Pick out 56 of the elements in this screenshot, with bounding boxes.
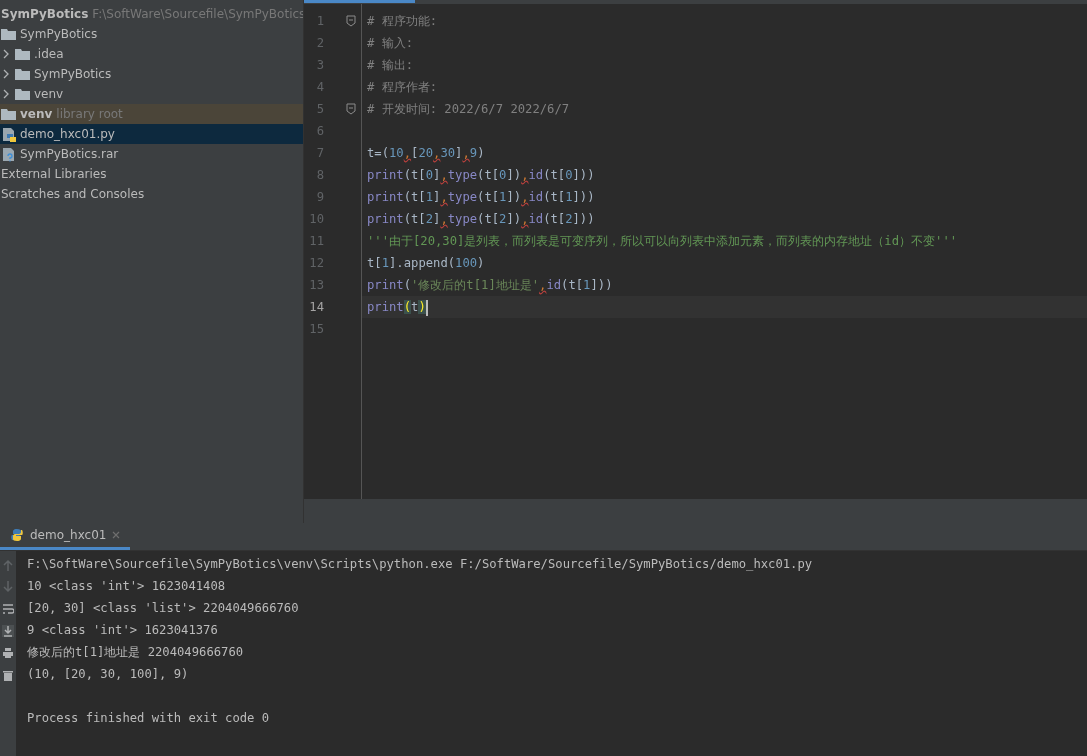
tree-item[interactable]: venv library root (0, 104, 303, 124)
file-icon (1, 126, 16, 142)
code-line: t=(10,[20,30],9) (367, 146, 485, 160)
code-line: print(t) (367, 300, 426, 314)
tree-item[interactable]: venv (0, 84, 303, 104)
fold-icon[interactable] (346, 103, 356, 115)
folder-icon (1, 26, 16, 42)
line-number: 6 (315, 123, 324, 140)
line-number: 2 (315, 35, 324, 52)
line-number: 11 (308, 233, 324, 250)
code-line: t[1].append(100) (367, 256, 485, 270)
project-name[interactable]: SymPyBotics (1, 5, 89, 23)
trash-icon[interactable] (2, 669, 14, 681)
wrap-icon[interactable] (2, 603, 14, 615)
line-number: 4 (315, 79, 324, 96)
text-cursor (425, 299, 428, 316)
code-line: '''由于[20,30]是列表，而列表是可变序列，所以可以向列表中添加元素，而列表的内存地址（id）不变''' (367, 234, 958, 248)
tree-item[interactable]: .idea (0, 44, 303, 64)
folder-icon (15, 66, 30, 82)
line-number: 13 (308, 277, 324, 294)
project-path: F:\SoftWare\Sourcefile\SymPyBotics (92, 6, 306, 23)
file-icon (1, 146, 16, 162)
tree-item[interactable]: demo_hxc01.py (0, 124, 303, 144)
tree-item[interactable]: SymPyBotics (0, 64, 303, 84)
folder-icon (15, 46, 30, 62)
code-line: print(t[0],type(t[0]),id(t[0])) (367, 168, 595, 182)
tree-item[interactable]: Scratches and Consoles (0, 184, 303, 204)
tree-item[interactable]: SymPyBotics.rar (0, 144, 303, 164)
scroll-to-end-icon[interactable] (2, 625, 14, 637)
line-number: 5 (315, 101, 324, 118)
python-icon (10, 528, 24, 542)
line-number: 7 (315, 145, 324, 162)
line-number: 14 (308, 299, 324, 316)
console-output: F:\SoftWare\Sourcefile\SymPyBotics\venv\Scripts\python.exe F:/SoftWare/Sourcefile/SymPyBotics/demo_hxc01.py 10 <class 'int'> 1623041408 [20, 30] <class 'list'> 2204049666760 9 <class 'int'> 1623041376 修改后的t[1]地址是 2204049666760 (10, [20, 30, 100], 9) Process finished with exit code 0 (16, 551, 1087, 756)
folder-icon (1, 106, 16, 122)
code-line: # 输入: (367, 36, 413, 50)
line-number: 15 (308, 321, 324, 338)
code-line: # 程序作者: (367, 80, 437, 94)
code-line: # 输出: (367, 58, 413, 72)
tree-item[interactable]: SymPyBotics (0, 24, 303, 44)
line-number: 1 (315, 13, 324, 30)
fold-icon[interactable] (346, 15, 356, 27)
line-number: 3 (315, 57, 324, 74)
folder-icon (15, 86, 30, 102)
line-number: 12 (308, 255, 324, 272)
code-line: # 开发时间: 2022/6/7 2022/6/7 (367, 102, 570, 116)
tree-item[interactable]: External Libraries (0, 164, 303, 184)
code-line: print(t[2],type(t[2]),id(t[2])) (367, 212, 595, 226)
print-icon[interactable] (2, 647, 14, 659)
code-line: # 程序功能: (367, 14, 437, 28)
line-number: 8 (315, 167, 324, 184)
line-number: 10 (308, 211, 324, 228)
code-line: print('修改后的t[1]地址是',id(t[1])) (367, 278, 613, 292)
code-line: print(t[1],type(t[1]),id(t[1])) (367, 190, 595, 204)
close-icon (112, 531, 121, 539)
line-number: 9 (315, 189, 324, 206)
